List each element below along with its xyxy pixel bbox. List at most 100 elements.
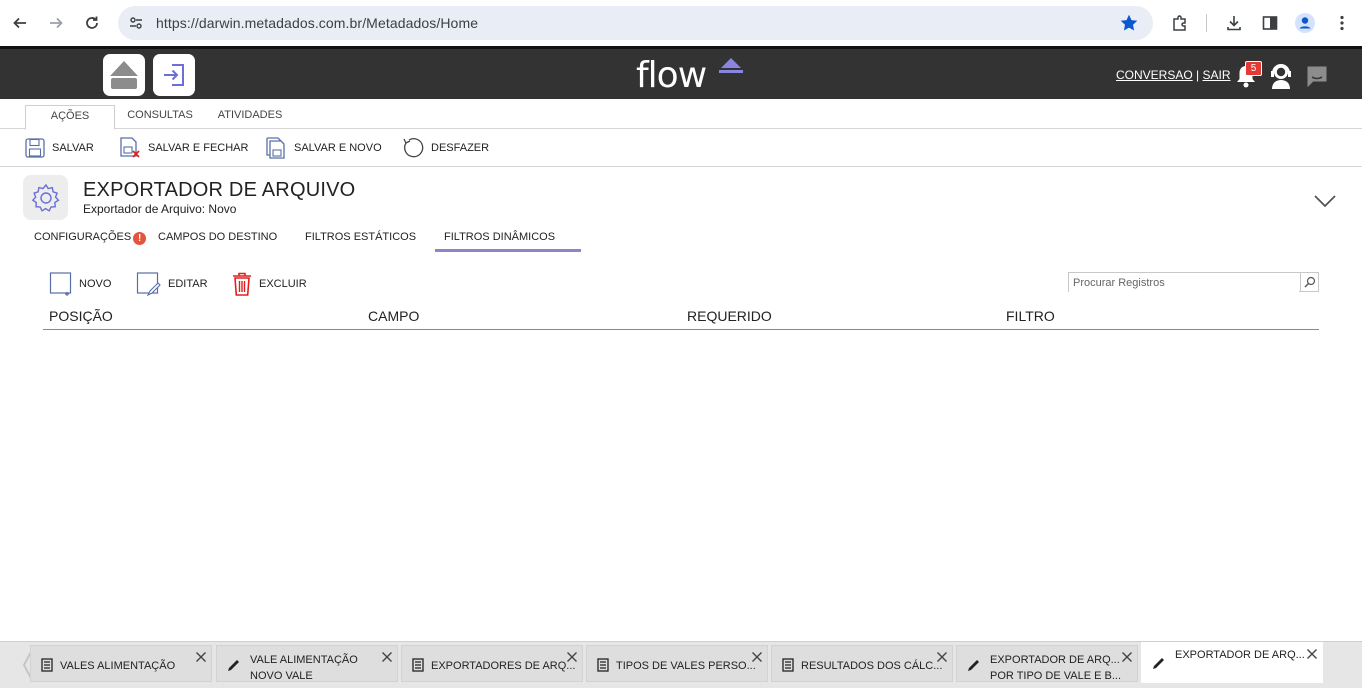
grid-header: POSIÇÃO CAMPO REQUERIDO FILTRO — [43, 306, 1319, 330]
edit-pencil-icon — [136, 272, 161, 297]
list-document-icon — [41, 658, 53, 672]
window-tab-line1: EXPORTADOR DE ARQ... — [990, 654, 1120, 666]
search-icon[interactable] — [1300, 273, 1318, 291]
close-icon[interactable] — [566, 651, 578, 663]
save-close-label: SALVAR E FECHAR — [148, 142, 249, 154]
window-tab[interactable]: RESULTADOS DOS CÁLC... — [771, 645, 953, 682]
search-input[interactable] — [1069, 274, 1299, 292]
reload-icon[interactable] — [80, 11, 104, 35]
window-tab-label: TIPOS DE VALES PERSO... — [616, 660, 756, 672]
browser-menu-icon[interactable] — [1330, 11, 1354, 35]
login-button[interactable] — [153, 54, 195, 96]
list-document-icon — [782, 658, 794, 672]
open-windows-strip: VALES ALIMENTAÇÃO VALE ALIMENTAÇÃO NOVO V… — [0, 641, 1362, 688]
pencil-icon — [1153, 658, 1164, 669]
tab-atividades[interactable]: ATIVIDADES — [212, 105, 288, 129]
save-button[interactable]: SALVAR — [24, 135, 94, 161]
close-icon[interactable] — [751, 651, 763, 663]
url-text[interactable]: https://darwin.metadados.com.br/Metadado… — [156, 15, 478, 31]
new-label: NOVO — [79, 278, 112, 290]
enter-icon — [164, 64, 184, 86]
logo-caret-icon — [719, 58, 743, 73]
back-arrow-icon[interactable] — [8, 11, 32, 35]
tab-acoes[interactable]: AÇÕES — [25, 105, 115, 130]
new-document-icon — [49, 272, 72, 296]
save-label: SALVAR — [52, 142, 94, 154]
window-tab[interactable]: EXPORTADORES DE ARQ... — [401, 645, 583, 682]
edit-label: EDITAR — [168, 278, 208, 290]
window-tab[interactable]: TIPOS DE VALES PERSO... — [586, 645, 768, 682]
chevron-down-icon[interactable] — [1313, 193, 1337, 209]
bookmark-star-icon[interactable] — [1119, 13, 1139, 38]
links-separator: | — [1196, 68, 1200, 82]
window-tab-line2: NOVO VALE — [250, 670, 313, 682]
support-agent-icon[interactable] — [1269, 62, 1293, 90]
gear-icon — [31, 183, 59, 212]
toolbar-divider — [1206, 14, 1207, 32]
close-icon[interactable] — [195, 651, 207, 663]
download-icon[interactable] — [1222, 11, 1246, 35]
window-tab-label: EXPORTADOR DE ARQ... — [1175, 649, 1305, 661]
tab-configuracoes-label: CONFIGURAÇÕES — [34, 231, 132, 243]
list-document-icon — [412, 658, 424, 672]
close-icon[interactable] — [1121, 651, 1133, 663]
window-tab-label: RESULTADOS DOS CÁLC... — [801, 660, 943, 672]
app-header: flow CONVERSAO | SAIR 5 — [0, 46, 1362, 99]
edit-record-button[interactable]: EDITAR — [136, 270, 208, 298]
tab-filtros-estaticos[interactable]: FILTROS ESTÁTICOS — [305, 231, 416, 251]
window-tab[interactable]: VALE ALIMENTAÇÃO NOVO VALE — [216, 645, 398, 682]
warning-icon: ! — [133, 232, 147, 245]
search-box — [1068, 272, 1319, 292]
column-requerido[interactable]: REQUERIDO — [687, 308, 772, 324]
close-icon[interactable] — [936, 651, 948, 663]
close-icon[interactable] — [1306, 648, 1318, 660]
window-tab[interactable]: EXPORTADOR DE ARQ... POR TIPO DE VALE E B… — [956, 645, 1138, 682]
site-settings-icon[interactable] — [128, 15, 144, 36]
undo-label: DESFAZER — [431, 142, 490, 154]
chat-icon[interactable] — [1305, 64, 1329, 88]
conversao-link[interactable]: CONVERSAO — [1116, 68, 1193, 82]
window-tab-active[interactable]: EXPORTADOR DE ARQ... — [1141, 642, 1323, 683]
sair-link[interactable]: SAIR — [1203, 68, 1231, 82]
window-tab-label: VALE ALIMENTAÇÃO NOVO VALE — [250, 652, 358, 684]
forward-arrow-icon[interactable] — [44, 11, 68, 35]
tab-configuracoes[interactable]: CONFIGURAÇÕES! — [34, 231, 147, 251]
column-campo[interactable]: CAMPO — [368, 308, 419, 324]
action-toolbar: SALVAR SALVAR E FECHAR SALVAR E NOVO DES… — [0, 129, 1362, 167]
delete-label: EXCLUIR — [259, 278, 307, 290]
save-close-button[interactable]: SALVAR E FECHAR — [118, 135, 248, 161]
record-title: EXPORTADOR DE ARQUIVO — [83, 179, 356, 201]
header-links: CONVERSAO | SAIR — [1116, 68, 1231, 82]
flow-logo: flow — [636, 55, 707, 96]
close-icon[interactable] — [381, 651, 393, 663]
save-close-icon — [120, 137, 140, 158]
browser-toolbar: https://darwin.metadados.com.br/Metadado… — [0, 0, 1362, 46]
extensions-icon[interactable] — [1168, 11, 1192, 35]
tab-consultas[interactable]: CONSULTAS — [125, 105, 195, 129]
record-subtitle: Exportador de Arquivo: Novo — [83, 202, 237, 216]
home-logo-icon — [110, 61, 138, 89]
tab-campos-do-destino[interactable]: CAMPOS DO DESTINO — [158, 231, 277, 251]
list-document-icon — [597, 658, 609, 672]
undo-button[interactable]: DESFAZER — [401, 135, 489, 161]
save-new-label: SALVAR E NOVO — [294, 142, 382, 154]
profile-avatar-icon[interactable] — [1293, 11, 1317, 35]
delete-record-button[interactable]: EXCLUIR — [231, 270, 307, 298]
tab-filtros-dinamicos[interactable]: FILTROS DINÂMICOS — [434, 231, 582, 252]
home-button[interactable] — [103, 54, 145, 96]
window-tab[interactable]: VALES ALIMENTAÇÃO — [30, 645, 212, 682]
trash-icon — [233, 272, 251, 296]
window-tab-label: EXPORTADORES DE ARQ... — [431, 660, 576, 672]
notification-badge: 5 — [1245, 61, 1262, 76]
column-posicao[interactable]: POSIÇÃO — [49, 308, 113, 324]
window-tab-label: EXPORTADOR DE ARQ... POR TIPO DE VALE E B… — [990, 652, 1121, 684]
address-bar[interactable]: https://darwin.metadados.com.br/Metadado… — [118, 6, 1153, 40]
new-record-button[interactable]: NOVO — [49, 270, 111, 298]
column-filtro[interactable]: FILTRO — [1006, 308, 1055, 324]
ribbon-tabs: AÇÕES CONSULTAS ATIVIDADES — [0, 99, 1362, 130]
save-new-button[interactable]: SALVAR E NOVO — [264, 135, 382, 161]
pencil-icon — [968, 660, 979, 671]
pencil-icon — [228, 660, 239, 671]
save-new-icon — [266, 137, 285, 159]
side-panel-icon[interactable] — [1258, 11, 1282, 35]
